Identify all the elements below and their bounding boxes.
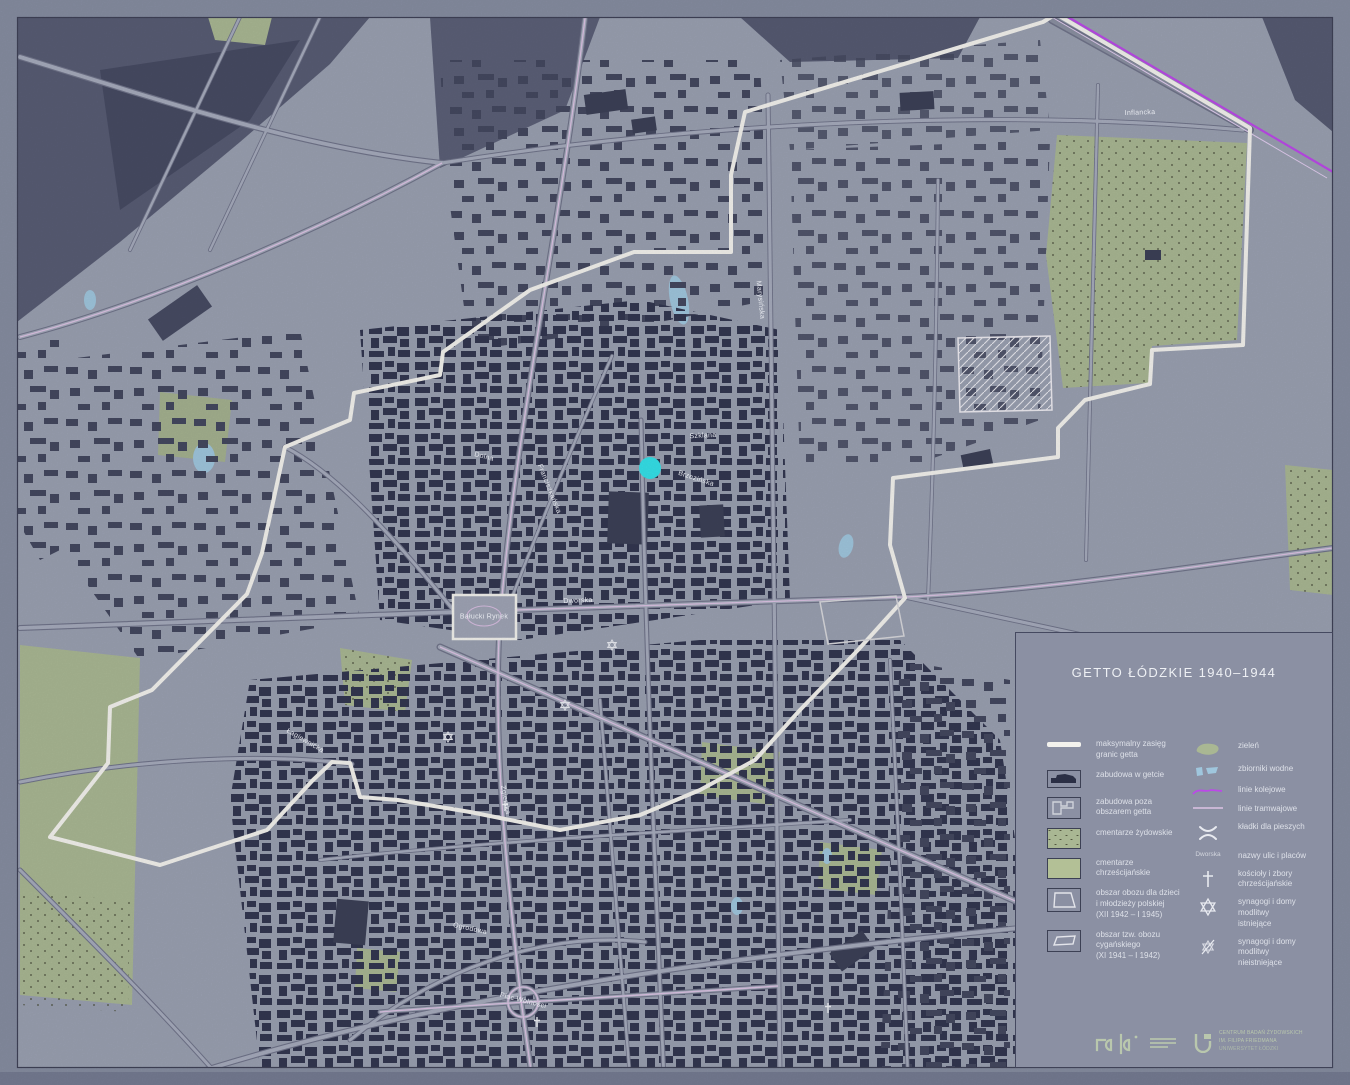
university-logo-text: CENTRUM BADAŃ ŻYDOWSKICH IM. FILIPA FRIE… <box>1219 1031 1303 1052</box>
map-title: GETTO ŁÓDZKIE 1940–1944 <box>1016 665 1332 680</box>
logo-line-1: CENTRUM BADAŃ ŻYDOWSKICH <box>1219 1031 1303 1037</box>
legend-item-street-names: Dworska nazwy ulic i placów <box>1188 851 1328 862</box>
street-name-example: Dworska <box>1195 851 1220 858</box>
water-swatch <box>1194 764 1222 778</box>
legend-label: zieleń <box>1238 741 1259 752</box>
legend-item-tramways: linie tramwajowe <box>1188 804 1328 815</box>
cross-icon <box>1199 869 1217 889</box>
legend-logos: CENTRUM BADAŃ ŻYDOWSKICH IM. FILIPA FRIE… <box>1094 1031 1303 1057</box>
partner-logo-mark <box>1094 1031 1150 1057</box>
star-of-david-icon <box>1198 897 1218 917</box>
star-of-david-crossed-icon <box>1198 937 1218 957</box>
christian-cemeteries-swatch <box>1047 858 1081 879</box>
jewish-cemeteries-swatch <box>1047 828 1081 849</box>
boundary-swatch <box>1047 742 1081 747</box>
legend-label: zabudowa w getcie <box>1096 770 1164 781</box>
legend-label: cmentarze chrześcijańskie <box>1096 858 1188 880</box>
legend-right-column: zieleń zbiorniki wodne linie kolejowe li… <box>1188 741 1328 976</box>
legend-label: kościoły i zbory chrześcijańskie <box>1238 869 1292 891</box>
legend-item-buildings-in-ghetto: zabudowa w getcie <box>1046 770 1188 788</box>
legend-label: obszar tzw. obozu cygańskiego (XI 1941 –… <box>1096 930 1160 962</box>
university-logo: CENTRUM BADAŃ ŻYDOWSKICH IM. FILIPA FRIE… <box>1192 1031 1303 1053</box>
legend-label: linie tramwajowe <box>1238 804 1297 815</box>
legend-label: maksymalny zasięg granic getta <box>1096 739 1166 761</box>
legend-item-churches: kościoły i zbory chrześcijańskie <box>1188 869 1328 891</box>
logo-line-2: IM. FILIPA FRIEDMANA <box>1219 1039 1303 1045</box>
partner-logo <box>1094 1031 1176 1057</box>
footbridge-icon <box>1197 822 1219 844</box>
legend-panel: GETTO ŁÓDZKIE 1940–1944 maksymalny zasię… <box>1015 632 1333 1068</box>
legend-item-synagogues-existing: synagogi i domy modlitwy istniejące <box>1188 897 1328 929</box>
legend-label: synagogi i domy modlitwy nieistniejące <box>1238 937 1328 969</box>
legend-item-synagogues-nonexisting: synagogi i domy modlitwy nieistniejące <box>1188 937 1328 969</box>
legend-item-boundary: maksymalny zasięg granic getta <box>1046 739 1188 761</box>
railway-swatch <box>1192 785 1224 797</box>
legend-item-buildings-outside: zabudowa poza obszarem getta <box>1046 797 1188 819</box>
legend-item-jewish-cemeteries: cmentarze żydowskie <box>1046 828 1188 849</box>
tram-swatch <box>1192 804 1224 812</box>
legend-item-water: zbiorniki wodne <box>1188 764 1328 778</box>
greenery-swatch <box>1194 741 1222 757</box>
legend-label: kładki dla pieszych <box>1238 822 1305 833</box>
legend-item-greenery: zieleń <box>1188 741 1328 757</box>
legend-label: zabudowa poza obszarem getta <box>1096 797 1152 819</box>
legend-label: synagogi i domy modlitwy istniejące <box>1238 897 1328 929</box>
legend-item-railways: linie kolejowe <box>1188 785 1328 797</box>
logo-line-3: UNIWERSYTET ŁÓDZKI <box>1219 1047 1303 1053</box>
legend-item-footbridges: kładki dla pieszych <box>1188 822 1328 844</box>
legend-left-column: maksymalny zasięg granic getta zabudowa … <box>1046 739 1188 971</box>
university-logo-mark <box>1192 1031 1214 1053</box>
children-camp-swatch <box>1047 888 1081 912</box>
legend-label: nazwy ulic i placów <box>1238 851 1306 862</box>
legend-label: cmentarze żydowskie <box>1096 828 1172 839</box>
legend-item-children-camp: obszar obozu dla dzieci i młodzieży pols… <box>1046 888 1188 920</box>
legend-item-gypsy-camp: obszar tzw. obozu cygańskiego (XI 1941 –… <box>1046 930 1188 962</box>
gypsy-camp-swatch <box>1047 930 1081 952</box>
legend-label: linie kolejowe <box>1238 785 1286 796</box>
legend-label: obszar obozu dla dzieci i młodzieży pols… <box>1096 888 1180 920</box>
legend-label: zbiorniki wodne <box>1238 764 1293 775</box>
legend-item-christian-cemeteries: cmentarze chrześcijańskie <box>1046 858 1188 880</box>
partner-logo-text <box>1150 1038 1176 1050</box>
buildings-in-ghetto-swatch <box>1047 770 1081 788</box>
buildings-outside-swatch <box>1047 797 1081 819</box>
